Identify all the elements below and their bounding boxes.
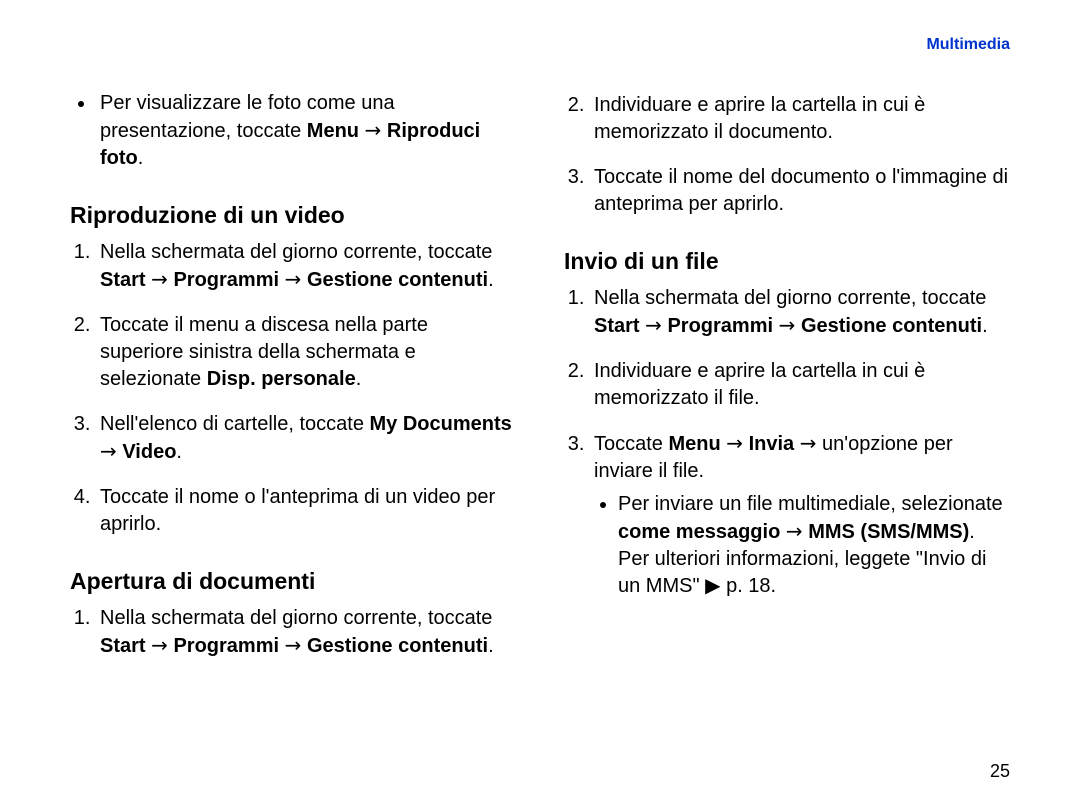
arrow-icon: → [100, 439, 117, 463]
text: Toccate [594, 433, 668, 455]
text: Nella schermata del giorno corrente, toc… [594, 287, 986, 309]
bold: come messaggio [618, 521, 780, 543]
left-column: Per visualizzare le foto come una presen… [70, 86, 516, 678]
bold: Start [100, 635, 146, 657]
heading-send-file: Invio di un file [564, 246, 1010, 277]
arrow-icon: → [779, 313, 796, 337]
sub-bullet: Per inviare un file multimediale, selezi… [618, 491, 1010, 600]
bold: My Documents [370, 413, 512, 435]
arrow-icon: → [151, 633, 168, 657]
arrow-icon: → [285, 633, 302, 657]
bold: Menu [668, 433, 720, 455]
list-item: Nella schermata del giorno corrente, toc… [96, 605, 516, 660]
arrow-icon: → [285, 267, 302, 291]
bold: Programmi [173, 635, 279, 657]
bold-menu: Menu [307, 120, 359, 142]
two-column-layout: Per visualizzare le foto come una presen… [70, 86, 1010, 678]
list-item: Individuare e aprire la cartella in cui … [590, 358, 1010, 412]
list-item: Individuare e aprire la cartella in cui … [590, 92, 1010, 146]
text: . [138, 147, 144, 169]
text: p. 18. [721, 575, 777, 597]
triangle-icon: ▶ [705, 575, 720, 597]
text: Nell'elenco di cartelle, toccate [100, 413, 370, 435]
text: . [488, 269, 494, 291]
bold: Gestione contenuti [307, 269, 488, 291]
heading-video: Riproduzione di un video [70, 200, 516, 231]
heading-documents: Apertura di documenti [70, 566, 516, 597]
list-item: Toccate il nome o l'anteprima di un vide… [96, 484, 516, 538]
list-item: Nella schermata del giorno corrente, toc… [96, 239, 516, 294]
arrow-icon: → [365, 118, 382, 142]
text: Nella schermata del giorno corrente, toc… [100, 241, 492, 263]
arrow-icon: → [645, 313, 662, 337]
list-item: Toccate il menu a discesa nella parte su… [96, 312, 516, 393]
text: . [356, 368, 362, 390]
intro-bullet: Per visualizzare le foto come una presen… [96, 90, 516, 172]
arrow-icon: → [726, 431, 743, 455]
send-file-steps: Nella schermata del giorno corrente, toc… [564, 285, 1010, 600]
bold: Gestione contenuti [801, 315, 982, 337]
list-item: Toccate il nome del documento o l'immagi… [590, 164, 1010, 218]
list-item: Nell'elenco di cartelle, toccate My Docu… [96, 411, 516, 466]
arrow-icon: → [151, 267, 168, 291]
text: . [176, 441, 182, 463]
bold: Programmi [173, 269, 279, 291]
bold: Programmi [667, 315, 773, 337]
bold: Disp. personale [207, 368, 356, 390]
list-item: Toccate Menu → Invia → un'opzione per in… [590, 430, 1010, 600]
documents-steps: Nella schermata del giorno corrente, toc… [70, 605, 516, 660]
list-item: Nella schermata del giorno corrente, toc… [590, 285, 1010, 340]
right-column: Individuare e aprire la cartella in cui … [564, 86, 1010, 678]
arrow-icon: → [786, 519, 803, 543]
sub-bullet-list: Per inviare un file multimediale, selezi… [594, 491, 1010, 600]
manual-page: Multimedia Per visualizzare le foto come… [0, 0, 1080, 810]
bold: Gestione contenuti [307, 635, 488, 657]
text: Nella schermata del giorno corrente, toc… [100, 607, 492, 629]
bold: MMS (SMS/MMS) [808, 521, 969, 543]
video-steps: Nella schermata del giorno corrente, toc… [70, 239, 516, 538]
text: Per inviare un file multimediale, selezi… [618, 493, 1003, 515]
bold: Start [594, 315, 640, 337]
bold: Video [122, 441, 176, 463]
documents-steps-cont: Individuare e aprire la cartella in cui … [564, 92, 1010, 218]
page-number: 25 [990, 761, 1010, 782]
arrow-icon: → [800, 431, 817, 455]
bold: Start [100, 269, 146, 291]
intro-bullet-list: Per visualizzare le foto come una presen… [70, 90, 516, 172]
text: . [982, 315, 988, 337]
section-header: Multimedia [926, 36, 1010, 54]
text: . [488, 635, 494, 657]
bold: Invia [749, 433, 795, 455]
